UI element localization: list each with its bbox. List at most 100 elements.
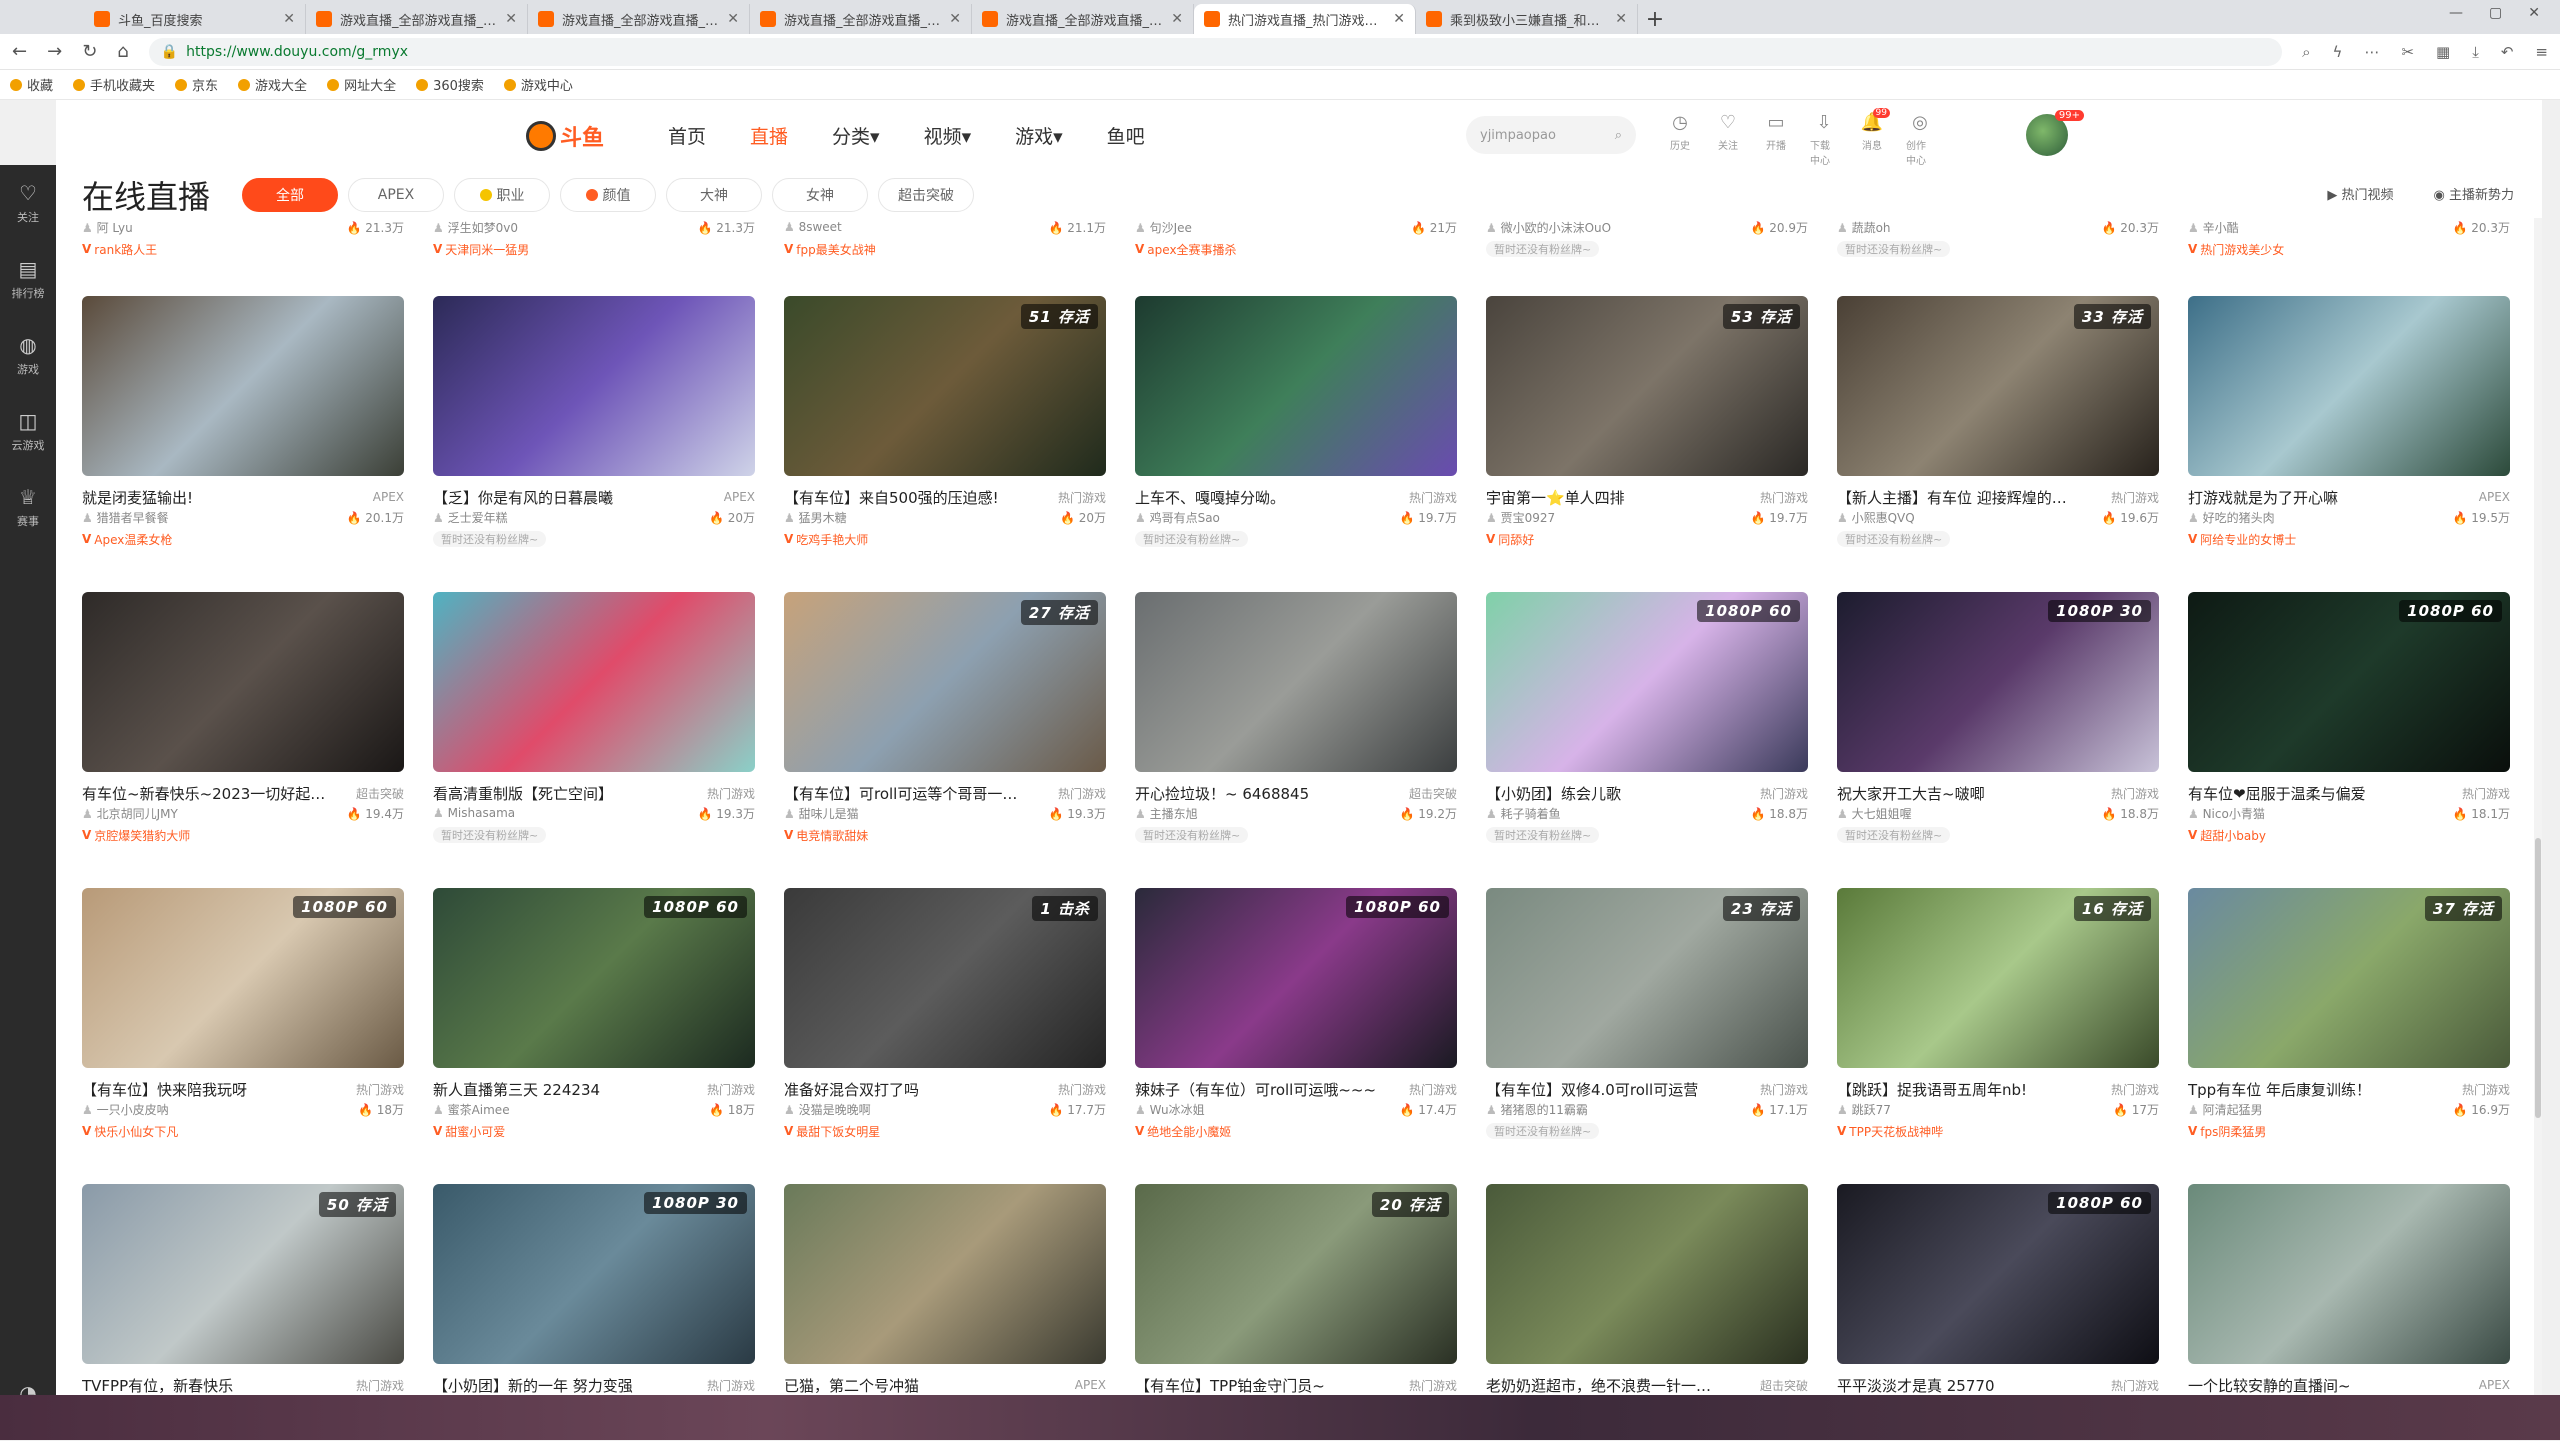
tab-close-icon[interactable]: ✕ (283, 11, 295, 27)
url-input[interactable]: 🔒 https://www.douyu.com/g_rmyx (148, 37, 2283, 66)
sidebar-item[interactable]: ◫ 云游戏 (0, 393, 56, 469)
room-title[interactable]: 祝大家开工大吉~啵唧 (1837, 783, 1985, 804)
room-title[interactable]: 开心捡垃圾！~ 6468845 (1135, 783, 1309, 804)
tab-close-icon[interactable]: ✕ (727, 11, 739, 27)
room-title[interactable]: 【新人主播】有车位 迎接辉煌的… (1837, 487, 2067, 508)
host-name[interactable]: 猎猎者早餐餐 (82, 509, 169, 526)
room-thumbnail[interactable] (1486, 1184, 1808, 1364)
room-card-partial[interactable]: 辛小酷 20.3万 V热门游戏美少女 (2188, 218, 2510, 264)
room-title[interactable]: 【小奶团】练会儿歌 (1486, 783, 1621, 804)
room-title[interactable]: 辣妹子（有车位）可roll可运哦~~~ (1135, 1079, 1376, 1100)
download-icon[interactable]: ⤓ (2472, 43, 2479, 61)
room-title[interactable]: 看高清重制版【死亡空间】 (433, 783, 613, 804)
room-card-partial[interactable]: 蔬蔬oh 20.3万暂时还没有粉丝牌~ (1837, 218, 2159, 264)
host-name[interactable]: 辛小酷 (2188, 219, 2239, 236)
lightning-icon[interactable]: ϟ (2333, 43, 2343, 61)
filter-chip[interactable]: APEX (348, 178, 445, 212)
room-title[interactable]: TVFPP有位，新春快乐 (82, 1375, 233, 1396)
room-card[interactable]: 打游戏就是为了开心嘛 APEX 好吃的猪头肉 19.5万 V阿给专业的女博士 (2188, 296, 2510, 592)
host-name[interactable]: Wu冰冰姐 (1135, 1101, 1205, 1118)
room-card-partial[interactable]: 浮生如梦0v0 21.3万 V天津同米一猛男 (433, 218, 755, 264)
room-title[interactable]: 【有车位】快来陪我玩呀 (82, 1079, 247, 1100)
scrollbar-thumb[interactable] (2535, 838, 2541, 1118)
room-card[interactable]: 看高清重制版【死亡空间】 热门游戏 Mishasama 19.3万暂时还没有粉丝牌~ (433, 592, 755, 888)
room-title[interactable]: 上车不、嘎嘎掉分呦。 (1135, 487, 1285, 508)
browser-tab[interactable]: 游戏直播_全部游戏直播_斗鱼 ✕ (306, 4, 528, 34)
header-tool[interactable]: ♡ 关注 (1714, 112, 1742, 167)
room-card[interactable]: 【乏】你是有风的日暮晨曦 APEX 乏士爱年糕 20万暂时还没有粉丝牌~ (433, 296, 755, 592)
host-name[interactable]: 贾宝0927 (1486, 509, 1556, 526)
room-card[interactable]: 1080P 60 【小奶团】练会儿歌 热门游戏耗子骑着鱼 18.8万暂时还没有粉丝牌~ (1486, 592, 1808, 888)
room-card-partial[interactable]: 阿 Lyu 21.3万 Vrank路人王 (82, 218, 404, 264)
room-thumbnail[interactable]: 37 存活 (2188, 888, 2510, 1068)
room-card[interactable]: 1080P 60 新人直播第三天 224234 热门游戏蜜茶Aimee 18万 V甜蜜小… (433, 888, 755, 1184)
bookmark-item[interactable]: 360搜索 (416, 75, 484, 94)
room-card[interactable]: 33 存活【新人主播】有车位 迎接辉煌的… 热门游戏小熙惠QVQ 19.6万暂时还没… (1837, 296, 2159, 592)
right-link[interactable]: ◉ 主播新势力 (2434, 184, 2515, 203)
room-thumbnail[interactable]: 33 存活 (1837, 296, 2159, 476)
more-icon[interactable]: ⋯ (2364, 43, 2379, 61)
host-name[interactable]: 浮生如梦0v0 (433, 219, 518, 236)
host-name[interactable]: 阿 Lyu (82, 219, 133, 236)
nav-item[interactable]: 鱼吧 (1107, 122, 1145, 149)
room-title[interactable]: 【跳跃】捉我语哥五周年nb! (1837, 1079, 2027, 1100)
room-title[interactable]: 已猫，第二个号冲猫 (784, 1375, 919, 1396)
room-title[interactable]: 老奶奶逛超市，绝不浪费一针一… (1486, 1375, 1711, 1396)
room-card-partial[interactable]: 微小欧的小沫沫OuO 20.9万暂时还没有粉丝牌~ (1486, 218, 1808, 264)
browser-tab[interactable]: 游戏直播_全部游戏直播_斗鱼 ✕ (972, 4, 1194, 34)
filter-chip[interactable]: 大神 (666, 178, 763, 212)
douyu-logo[interactable]: 斗鱼 (526, 116, 610, 156)
bookmark-item[interactable]: 游戏中心 (503, 75, 573, 94)
nav-item[interactable]: 视频▾ (924, 122, 972, 149)
host-name[interactable]: 一只小皮皮呐 (82, 1101, 169, 1118)
room-title[interactable]: 平平淡淡才是真 25770 (1837, 1375, 1995, 1396)
host-name[interactable]: 句沙Jee (1135, 219, 1192, 236)
room-card[interactable]: 53 存活宇宙第一⭐单人四排 热门游戏贾宝0927 19.7万 V同舔好 (1486, 296, 1808, 592)
host-name[interactable]: 乏士爱年糕 (433, 509, 508, 526)
room-title[interactable]: 就是闭麦猛输出! (82, 487, 193, 508)
filter-chip[interactable]: 女神 (772, 178, 869, 212)
host-name[interactable]: 微小欧的小沫沫OuO (1486, 219, 1612, 236)
room-title[interactable]: 【有车位】双修4.0可roll可运营 (1486, 1079, 1698, 1100)
room-thumbnail[interactable] (1135, 592, 1457, 772)
filter-chip[interactable]: 职业 (454, 178, 551, 212)
host-name[interactable]: 好吃的猪头肉 (2188, 509, 2275, 526)
room-title[interactable]: 新人直播第三天 224234 (433, 1079, 600, 1100)
filter-chip[interactable]: 超击突破 (878, 178, 975, 212)
room-title[interactable]: Tpp有车位 年后康复训练！ (2188, 1079, 2371, 1100)
sidebar-item[interactable]: ♕ 赛事 (0, 469, 56, 545)
room-thumbnail[interactable]: 23 存活 (1486, 888, 1808, 1068)
sidebar-item[interactable]: ▤ 排行榜 (0, 241, 56, 317)
browser-tab[interactable]: 乘到极致小三嫌直播_和平精 ✕ (1416, 4, 1638, 34)
tab-close-icon[interactable]: ✕ (949, 11, 961, 27)
host-name[interactable]: 耗子骑着鱼 (1486, 805, 1561, 822)
host-name[interactable]: 阿清起猛男 (2188, 1101, 2263, 1118)
room-thumbnail[interactable]: 16 存活 (1837, 888, 2159, 1068)
room-thumbnail[interactable]: 20 存活 (1135, 1184, 1457, 1364)
menu-icon[interactable]: ≡ (2535, 43, 2548, 61)
room-card[interactable]: 1080P 30 祝大家开工大吉~啵唧 热门游戏大七姐姐喔 18.8万暂时还没有粉丝牌… (1837, 592, 2159, 888)
filter-chip[interactable]: 颜值 (560, 178, 657, 212)
new-tab-button[interactable]: + (1638, 4, 1672, 34)
room-card[interactable]: 已猫，第二个号冲猫 APEX (784, 1184, 1106, 1395)
browser-tab[interactable]: 斗鱼_百度搜索 ✕ (84, 4, 306, 34)
room-thumbnail[interactable]: 1080P 60 (433, 888, 755, 1068)
room-thumbnail[interactable]: 1080P 60 (82, 888, 404, 1068)
host-name[interactable]: 鸡哥有点Sao (1135, 509, 1220, 526)
room-card[interactable]: 1080P 60 有车位❤屈服于温柔与偏爱 热门游戏 Nico小青猫 18.1万 V超甜小… (2188, 592, 2510, 888)
room-card[interactable]: 1080P 60 平平淡淡才是真 25770 热门游戏 (1837, 1184, 2159, 1395)
tab-close-icon[interactable]: ✕ (1393, 11, 1405, 27)
room-title[interactable]: 打游戏就是为了开心嘛 (2188, 487, 2338, 508)
host-name[interactable]: Mishasama (433, 806, 516, 820)
room-thumbnail[interactable]: 1080P 30 (433, 1184, 755, 1364)
host-name[interactable]: 大七姐姐喔 (1837, 805, 1912, 822)
room-thumbnail[interactable]: 53 存活 (1486, 296, 1808, 476)
room-thumbnail[interactable]: 1080P 60 (1135, 888, 1457, 1068)
room-title[interactable]: 宇宙第一⭐单人四排 (1486, 487, 1625, 508)
room-thumbnail[interactable]: 1080P 30 (1837, 592, 2159, 772)
room-title[interactable]: 【有车位】TPP铂金守门员~ (1135, 1375, 1325, 1396)
room-thumbnail[interactable] (82, 296, 404, 476)
room-thumbnail[interactable]: 1 击杀 (784, 888, 1106, 1068)
room-card[interactable]: 就是闭麦猛输出! APEX 猎猎者早餐餐 20.1万 VApex温柔女枪 (82, 296, 404, 592)
header-tool[interactable]: ◎ 创作中心 (1906, 112, 1934, 167)
